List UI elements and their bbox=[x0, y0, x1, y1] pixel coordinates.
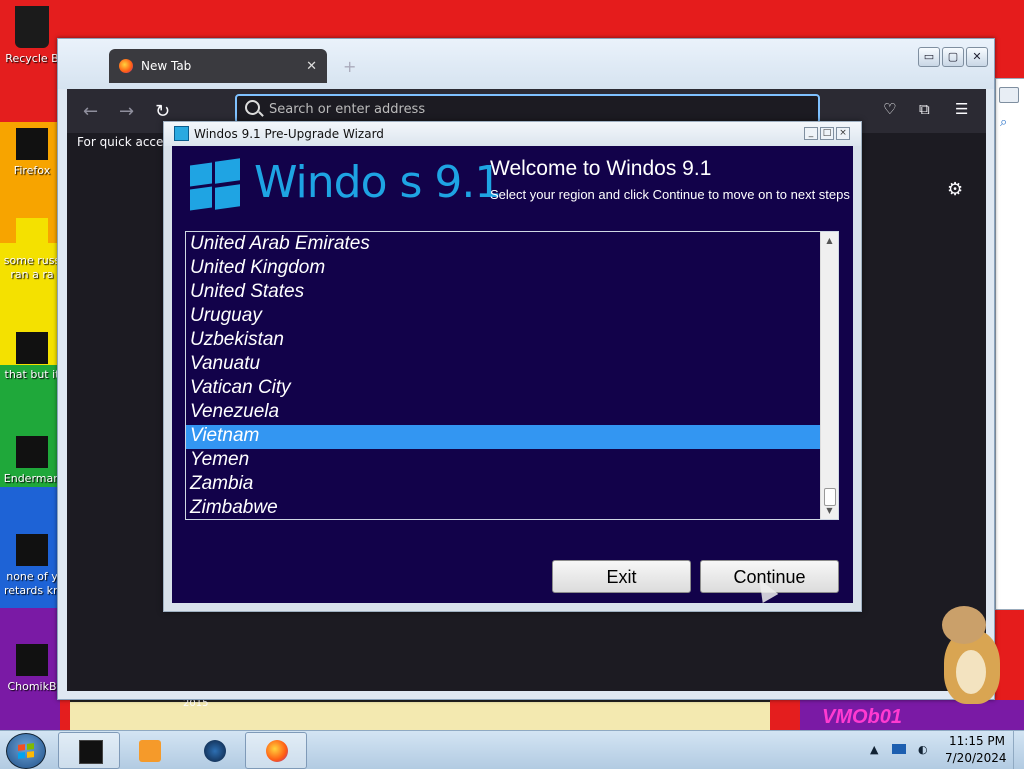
maximize-button[interactable]: □ bbox=[820, 127, 834, 140]
address-placeholder: Search or enter address bbox=[269, 102, 426, 117]
list-item-selected[interactable]: Vietnam bbox=[186, 425, 820, 449]
recycle-bin-icon bbox=[15, 6, 49, 48]
desktop-icon-label: ChomikB bbox=[7, 680, 57, 693]
desktop-icon-label: none of y bbox=[6, 570, 58, 583]
clock-date[interactable]: 7/20/2024 bbox=[945, 751, 1007, 765]
wizard-title: Windos 9.1 Pre-Upgrade Wizard bbox=[194, 127, 384, 141]
start-button[interactable] bbox=[6, 733, 46, 769]
desktop-icon-label-line2: retards kn bbox=[4, 584, 60, 597]
list-item[interactable]: Zimbabwe bbox=[186, 497, 820, 519]
hamster-desktop-pet[interactable] bbox=[936, 606, 1006, 706]
list-item[interactable]: United Arab Emirates bbox=[186, 233, 820, 257]
reload-icon[interactable]: ↻ bbox=[155, 101, 170, 122]
tray-expand-icon[interactable]: ▲ bbox=[870, 743, 878, 756]
media-player-icon bbox=[139, 740, 161, 762]
close-button[interactable]: × bbox=[836, 127, 850, 140]
list-item[interactable]: Venezuela bbox=[186, 401, 820, 425]
windows-logo-icon bbox=[190, 158, 240, 211]
taskbar-app-media-player[interactable] bbox=[118, 732, 180, 769]
wizard-titlebar[interactable]: Windos 9.1 Pre-Upgrade Wizard _ □ × bbox=[164, 122, 861, 146]
desktop-icon-label: Enderman bbox=[3, 472, 61, 485]
logo-text: Windo s 9.1 bbox=[254, 157, 502, 208]
network-icon[interactable] bbox=[892, 744, 906, 754]
desktop-icon-firefox[interactable]: Firefox bbox=[0, 128, 64, 178]
wizard-subheading: Select your region and click Continue to… bbox=[490, 187, 850, 202]
wallpaper-watermark: VMOb01 bbox=[822, 706, 903, 728]
forward-arrow-icon[interactable]: → bbox=[119, 101, 134, 122]
app-icon bbox=[174, 126, 189, 141]
desktop-icon-file[interactable]: ChomikB bbox=[0, 644, 64, 694]
close-icon[interactable]: ✕ bbox=[306, 59, 317, 74]
desktop-icon-file[interactable]: none of y retards kn bbox=[0, 534, 64, 598]
desktop-icon-label: that but it bbox=[4, 368, 60, 381]
list-item[interactable]: Uruguay bbox=[186, 305, 820, 329]
pocket-icon[interactable]: ♡ bbox=[883, 100, 896, 118]
file-icon bbox=[16, 218, 48, 250]
back-arrow-icon[interactable]: ← bbox=[83, 101, 98, 122]
close-button[interactable]: ✕ bbox=[966, 47, 988, 67]
list-item[interactable]: United Kingdom bbox=[186, 257, 820, 281]
file-icon bbox=[16, 332, 48, 364]
wizard-heading: Welcome to Windos 9.1 bbox=[490, 157, 712, 180]
region-list[interactable]: United Arab Emirates United Kingdom Unit… bbox=[185, 231, 839, 520]
list-item[interactable]: Yemen bbox=[186, 449, 820, 473]
windows-logo-icon bbox=[18, 743, 34, 759]
desktop-icon-file[interactable]: Enderman bbox=[0, 436, 64, 486]
firefox-icon bbox=[119, 59, 133, 73]
taskbar: ▲ ◐ bbox=[0, 730, 1024, 769]
terminal-icon bbox=[79, 740, 103, 764]
taskbar-app-firefox[interactable] bbox=[245, 732, 307, 769]
show-desktop-button[interactable] bbox=[1013, 731, 1024, 769]
wizard-body: Windo s 9.1 Welcome to Windos 9.1 Select… bbox=[172, 146, 853, 603]
menu-icon[interactable]: ☰ bbox=[955, 100, 968, 118]
firefox-icon bbox=[16, 128, 48, 160]
list-scrollbar[interactable]: ▲ ▼ bbox=[820, 232, 838, 519]
globe-icon bbox=[204, 740, 226, 762]
exit-button[interactable]: Exit bbox=[552, 560, 691, 593]
desktop-icon-label-line2: ran a ra bbox=[10, 268, 54, 281]
desktop-icon-file[interactable]: some russ ran a ra bbox=[0, 218, 64, 282]
tab-new-tab[interactable]: New Tab ✕ bbox=[109, 49, 327, 83]
scroll-down-icon[interactable]: ▼ bbox=[821, 502, 838, 519]
taskbar-app-globe[interactable] bbox=[183, 732, 245, 769]
desktop-icon-label: Recycle B bbox=[5, 52, 59, 65]
minimize-button[interactable] bbox=[999, 87, 1019, 103]
tab-title: New Tab bbox=[141, 59, 192, 73]
desktop-icon-label: some russ bbox=[3, 254, 61, 267]
search-icon[interactable]: ⌕ bbox=[1000, 115, 1007, 130]
file-icon bbox=[16, 436, 48, 468]
list-item[interactable]: Vanuatu bbox=[186, 353, 820, 377]
bookmarks-hint: For quick access bbox=[77, 135, 176, 149]
browser-titlebar[interactable]: New Tab ✕ + ▭ ▢ ✕ bbox=[58, 39, 994, 89]
scroll-up-icon[interactable]: ▲ bbox=[821, 232, 838, 249]
firefox-icon bbox=[266, 740, 288, 762]
maximize-button[interactable]: ▢ bbox=[942, 47, 964, 67]
extensions-icon[interactable]: ⧉ bbox=[919, 100, 930, 118]
clock-time[interactable]: 11:15 PM bbox=[949, 734, 1005, 748]
address-bar[interactable]: Search or enter address bbox=[235, 94, 820, 124]
minimize-button[interactable]: _ bbox=[804, 127, 818, 140]
file-icon bbox=[16, 644, 48, 676]
minimize-button[interactable]: ▭ bbox=[918, 47, 940, 67]
list-item[interactable]: United States bbox=[186, 281, 820, 305]
desktop-icon-label: Firefox bbox=[13, 164, 51, 177]
list-item[interactable]: Uzbekistan bbox=[186, 329, 820, 353]
background-window-edge[interactable]: ⌕ bbox=[995, 78, 1024, 610]
list-item[interactable]: Vatican City bbox=[186, 377, 820, 401]
list-item[interactable]: Zambia bbox=[186, 473, 820, 497]
gear-icon[interactable]: ⚙ bbox=[947, 179, 963, 200]
desktop-icon-file[interactable]: that but it bbox=[0, 332, 64, 382]
new-tab-button[interactable]: + bbox=[343, 57, 356, 76]
volume-icon[interactable]: ◐ bbox=[918, 743, 928, 756]
upgrade-wizard-dialog: Windos 9.1 Pre-Upgrade Wizard _ □ × Wind… bbox=[163, 121, 862, 612]
desktop-icon-recycle-bin[interactable]: Recycle B bbox=[0, 6, 64, 66]
file-icon bbox=[16, 534, 48, 566]
taskbar-app-terminal[interactable] bbox=[58, 732, 120, 769]
search-icon bbox=[245, 100, 260, 115]
desktop-wallpaper-art bbox=[70, 700, 770, 732]
